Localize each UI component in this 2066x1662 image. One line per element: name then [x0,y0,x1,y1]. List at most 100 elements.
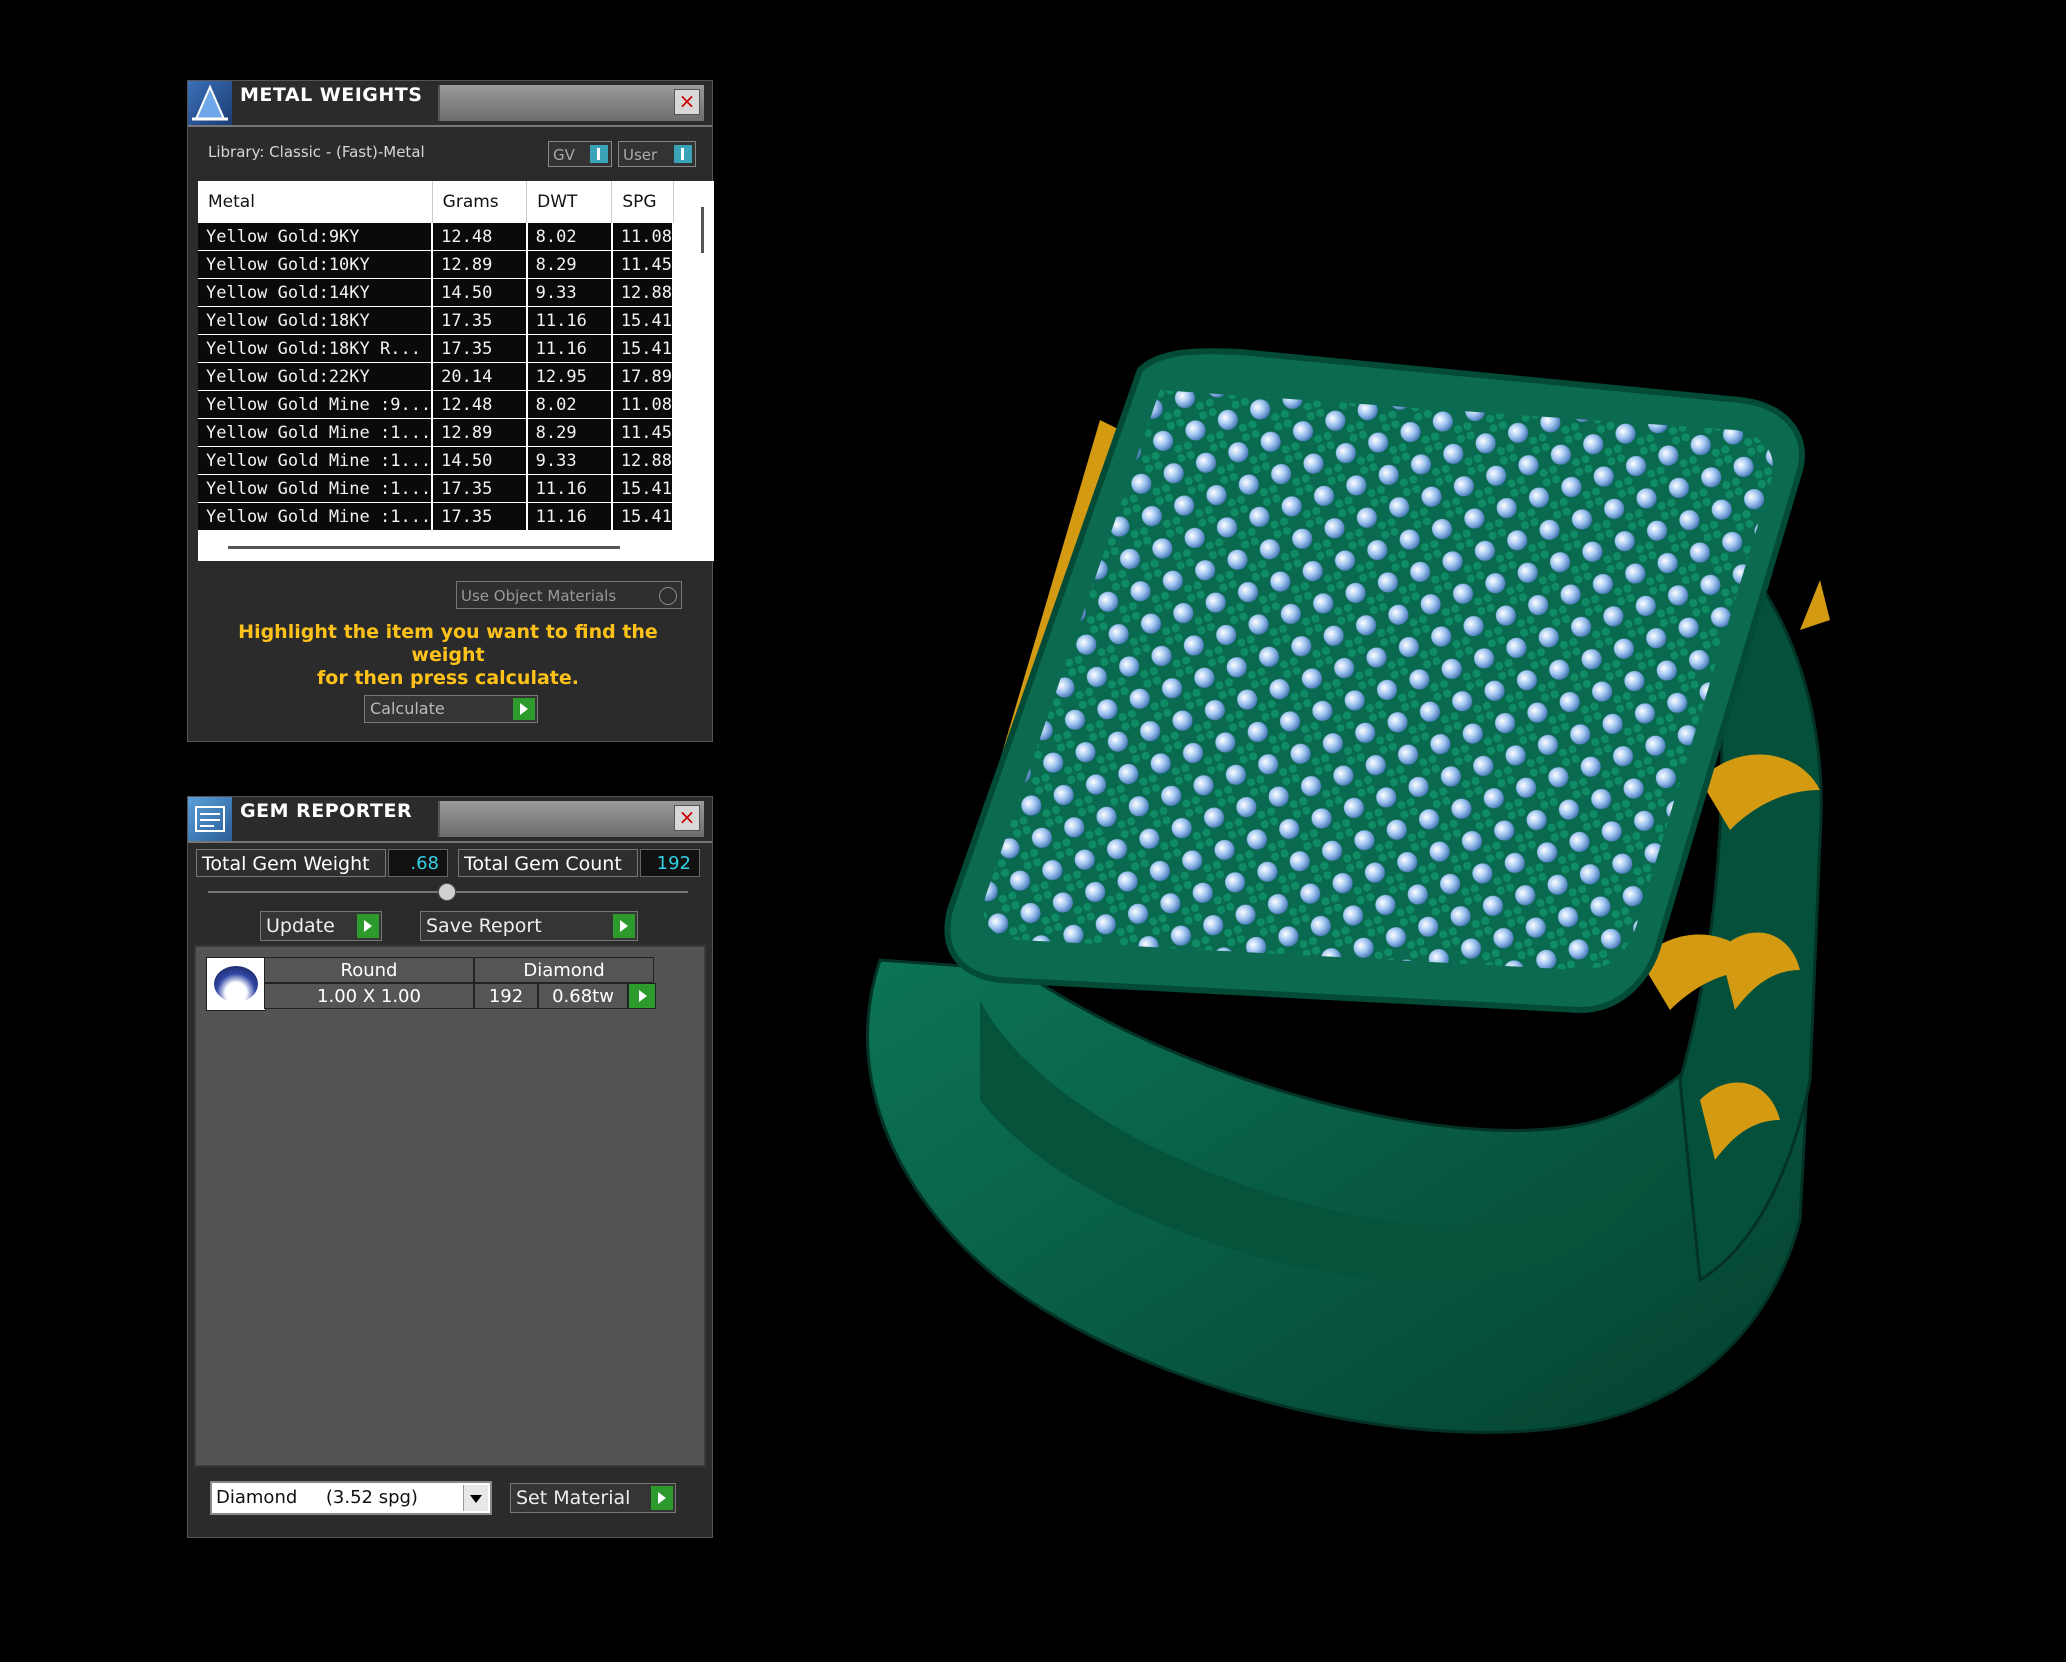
gv-toggle[interactable]: GV [548,141,612,167]
grams-cell: 12.48 [432,390,528,419]
titlebar-tab [438,85,704,121]
total-gem-count-label: Total Gem Count [458,849,638,877]
dwt-cell: 8.02 [526,223,613,251]
calculate-label: Calculate [370,699,445,718]
grams-cell: 12.48 [432,223,528,251]
grams-cell: 17.35 [432,306,528,335]
dwt-cell: 11.16 [526,334,613,363]
metal-weights-titlebar[interactable]: METAL WEIGHTS × [188,81,712,127]
metal-weights-icon [188,81,232,125]
update-button[interactable]: Update [260,911,382,941]
total-gem-weight-value: .68 [388,849,448,877]
set-material-label: Set Material [516,1487,631,1509]
gold-ornament [1800,580,1830,630]
dwt-cell: 8.29 [526,418,613,447]
spg-cell: 12.88 [611,446,675,475]
grams-cell: 17.35 [432,474,528,503]
gem-reporter-title: GEM REPORTER [240,800,413,822]
metal-weights-title: METAL WEIGHTS [240,84,423,106]
column-header-grams[interactable]: Grams [432,181,528,223]
toggle-switch-icon [674,145,692,163]
grams-cell: 14.50 [432,446,528,475]
table-row[interactable]: Yellow Gold Mine :1... 17.35 11.16 15.41 [198,474,675,503]
metal-cell: Yellow Gold:14KY [198,278,434,307]
hint-text: Highlight the item you want to find the … [208,621,688,690]
gem-thumbnail[interactable] [206,957,266,1011]
close-icon[interactable]: × [674,805,700,831]
dwt-cell: 9.33 [526,446,613,475]
metal-cell: Yellow Gold Mine :1... [198,418,434,447]
gem-reporter-titlebar[interactable]: GEM REPORTER × [188,797,712,843]
calculate-button[interactable]: Calculate [364,695,538,723]
total-gem-weight-label: Total Gem Weight [196,849,386,877]
use-object-materials-label: Use Object Materials [461,587,617,605]
gem-go-button[interactable] [628,983,656,1009]
metal-table[interactable]: Metal Grams DWT SPG Yellow Gold:9KY 12.48… [198,181,714,561]
play-arrow-icon [513,698,535,720]
user-toggle-label: User [623,146,658,164]
save-report-label: Save Report [426,915,542,937]
column-header-metal[interactable]: Metal [198,181,433,223]
spg-cell: 11.08 [611,223,675,251]
dwt-cell: 12.95 [526,362,613,391]
chevron-down-icon[interactable] [463,1485,488,1511]
grams-cell: 12.89 [432,418,528,447]
gem-list[interactable]: Round Diamond 1.00 X 1.00 192 0.68tw [194,945,706,1467]
play-arrow-icon [651,1486,673,1510]
table-row[interactable]: Yellow Gold:18KY R... 17.35 11.16 15.41 [198,334,675,363]
gem-reporter-panel: GEM REPORTER × Total Gem Weight .68 Tota… [187,796,713,1538]
set-material-button[interactable]: Set Material [510,1483,676,1513]
gem-weight: 0.68tw [538,983,628,1009]
dwt-cell: 9.33 [526,278,613,307]
table-row[interactable]: Yellow Gold Mine :1... 14.50 9.33 12.88 [198,446,675,475]
table-row[interactable]: Yellow Gold:14KY 14.50 9.33 12.88 [198,278,675,307]
table-row[interactable]: Yellow Gold Mine :1... 12.89 8.29 11.45 [198,418,675,447]
gv-toggle-label: GV [553,146,575,164]
radio-icon [659,587,677,605]
play-arrow-icon [632,986,654,1006]
dwt-cell: 11.16 [526,502,613,531]
table-row[interactable]: Yellow Gold:18KY 17.35 11.16 15.41 [198,306,675,335]
metal-weights-panel: METAL WEIGHTS × Library: Classic - (Fast… [187,80,714,742]
table-row[interactable]: Yellow Gold:10KY 12.89 8.29 11.45 [198,250,675,279]
material-select[interactable]: Diamond (3.52 spg) [210,1481,492,1515]
table-row[interactable]: Yellow Gold Mine :1... 17.35 11.16 15.41 [198,502,675,531]
column-header-dwt[interactable]: DWT [526,181,613,223]
metal-cell: Yellow Gold:10KY [198,250,434,279]
hint-line: for then press calculate. [317,667,579,689]
metal-cell: Yellow Gold Mine :1... [198,446,434,475]
round-gem-icon [214,966,258,1002]
user-toggle[interactable]: User [618,141,696,167]
spg-cell: 15.41 [611,474,675,503]
close-icon[interactable]: × [674,89,700,115]
grams-cell: 17.35 [432,502,528,531]
save-report-button[interactable]: Save Report [420,911,638,941]
spg-cell: 15.41 [611,334,675,363]
table-row[interactable]: Yellow Gold:22KY 20.14 12.95 17.89 [198,362,675,391]
column-header-spg[interactable]: SPG [611,181,674,223]
metal-cell: Yellow Gold Mine :1... [198,474,434,503]
gem-material: Diamond [474,957,654,983]
spg-cell: 11.08 [611,390,675,419]
play-arrow-icon [613,914,635,938]
table-row[interactable]: Yellow Gold:9KY 12.48 8.02 11.08 [198,223,675,251]
titlebar-tab [438,801,704,837]
ring-3d-viewport[interactable] [820,320,1940,1470]
slider-handle[interactable] [438,883,456,901]
metal-cell: Yellow Gold:18KY R... [198,334,434,363]
metal-cell: Yellow Gold:9KY [198,223,434,251]
gem-shape: Round [264,957,474,983]
hint-line: Highlight the item you want to find the … [238,621,658,666]
vertical-scrollbar[interactable] [701,207,704,253]
metal-cell: Yellow Gold Mine :1... [198,502,434,531]
grams-cell: 17.35 [432,334,528,363]
spg-cell: 15.41 [611,306,675,335]
table-row[interactable]: Yellow Gold Mine :9... 12.48 8.02 11.08 [198,390,675,419]
gem-count: 192 [474,983,538,1009]
horizontal-scrollbar[interactable] [228,546,620,549]
use-object-materials-toggle[interactable]: Use Object Materials [456,581,682,609]
metal-cell: Yellow Gold Mine :9... [198,390,434,419]
dwt-cell: 8.29 [526,250,613,279]
toggle-switch-icon [590,145,608,163]
dwt-cell: 11.16 [526,306,613,335]
